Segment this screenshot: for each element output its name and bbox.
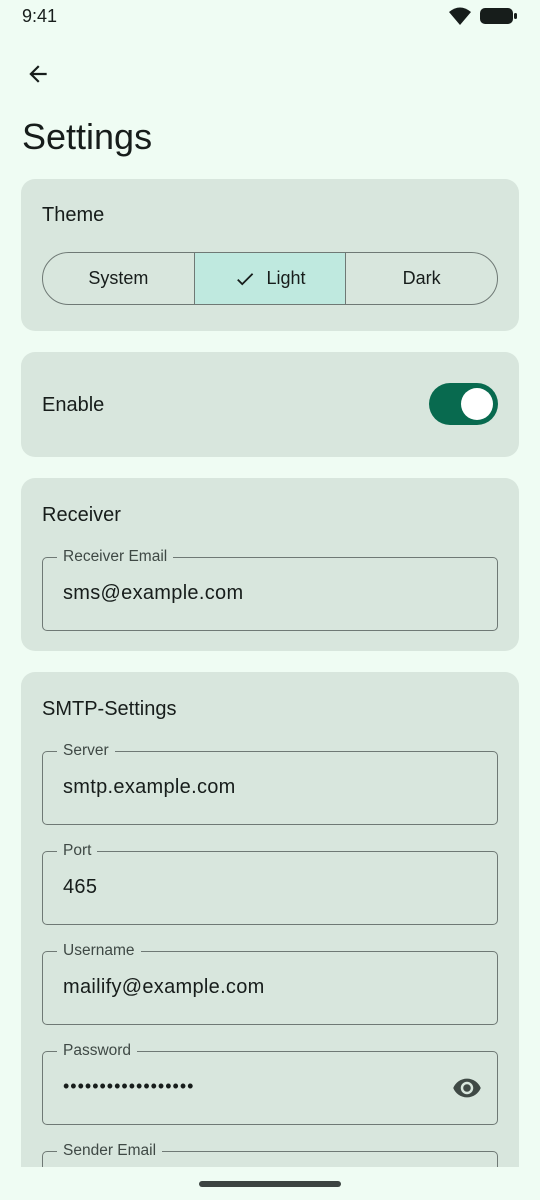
enable-card: Enable	[21, 352, 519, 457]
arrow-back-icon	[29, 65, 47, 83]
receiver-email-field[interactable]: Receiver Email sms@example.com	[42, 547, 498, 631]
home-indicator[interactable]	[199, 1181, 341, 1187]
back-button[interactable]	[14, 50, 62, 98]
password-value: ••••••••••••••••••	[63, 1076, 195, 1096]
server-field[interactable]: Server smtp.example.com	[42, 741, 498, 825]
check-icon	[237, 272, 254, 285]
server-value: smtp.example.com	[63, 776, 236, 798]
theme-option-label: System	[88, 268, 149, 288]
username-label: Username	[57, 941, 141, 961]
eye-icon	[453, 1078, 481, 1098]
smtp-title: SMTP-Settings	[42, 698, 177, 720]
theme-option-system[interactable]: System	[43, 253, 195, 304]
page-title: Settings	[22, 116, 153, 157]
username-value: mailify@example.com	[63, 976, 265, 998]
theme-title: Theme	[42, 204, 105, 226]
enable-label: Enable	[42, 394, 105, 416]
toggle-password-visibility-button[interactable]	[449, 1070, 485, 1106]
top-app-bar	[0, 48, 540, 100]
port-label: Port	[57, 841, 98, 861]
sender-email-field[interactable]: Sender Email	[42, 1141, 498, 1167]
password-label: Password	[57, 1041, 138, 1061]
sender-email-label: Sender Email	[57, 1141, 163, 1161]
password-field[interactable]: Password ••••••••••••••••••	[42, 1041, 498, 1125]
theme-segmented-control: System Light Dark	[42, 252, 498, 305]
receiver-title: Receiver	[42, 504, 121, 526]
port-value: 465	[63, 876, 98, 898]
receiver-card: Receiver Receiver Email sms@example.com	[21, 478, 519, 651]
port-field[interactable]: Port 465	[42, 841, 498, 925]
theme-option-label: Light	[266, 268, 306, 288]
username-field[interactable]: Username mailify@example.com	[42, 941, 498, 1025]
theme-option-label: Dark	[402, 268, 441, 288]
smtp-card: SMTP-Settings Server smtp.example.com Po…	[21, 672, 519, 1167]
switch-thumb	[461, 388, 493, 420]
receiver-email-value: sms@example.com	[63, 582, 244, 604]
enable-switch[interactable]	[429, 383, 498, 425]
server-label: Server	[57, 741, 115, 761]
theme-option-light[interactable]: Light	[194, 253, 347, 304]
receiver-email-label: Receiver Email	[57, 547, 174, 567]
theme-option-dark[interactable]: Dark	[346, 253, 497, 304]
theme-card: Theme System Light Dark	[21, 179, 519, 331]
scroll-content[interactable]: Settings Theme System Light Dark Enable	[0, 0, 540, 1167]
